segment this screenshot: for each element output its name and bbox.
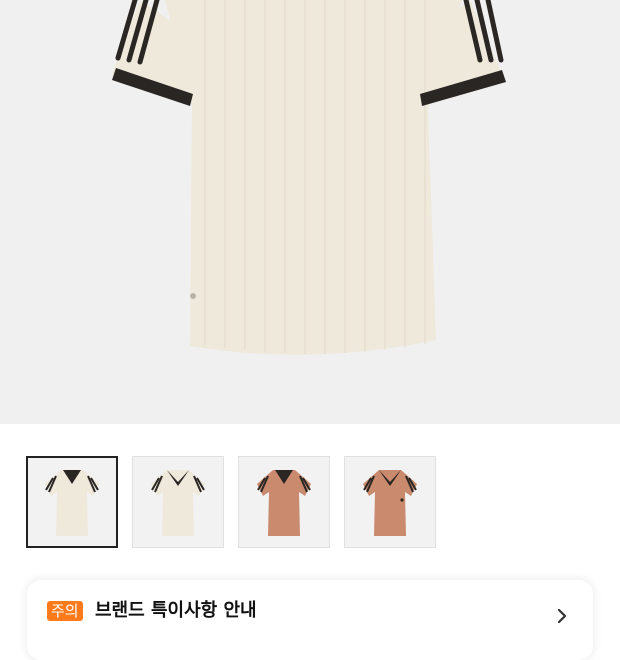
- polo-shirt-image: [112, 0, 506, 355]
- brand-notice-card[interactable]: 주의 브랜드 특이사항 안내: [27, 580, 593, 660]
- thumbnail-1[interactable]: [26, 456, 118, 548]
- thumbnail-3[interactable]: [238, 456, 330, 548]
- chevron-right-icon[interactable]: [554, 608, 570, 624]
- product-hero-image[interactable]: [0, 0, 620, 424]
- caution-badge: 주의: [47, 601, 83, 621]
- thumbnail-2[interactable]: [132, 456, 224, 548]
- thumbnail-strip: [26, 456, 436, 550]
- notice-title: 브랜드 특이사항 안내: [95, 600, 257, 621]
- thumbnail-polo-image: [45, 470, 99, 536]
- thumbnail-polo-image: [257, 470, 311, 536]
- thumbnail-polo-image: [363, 470, 417, 536]
- thumbnail-polo-image: [151, 470, 205, 536]
- thumbnail-4[interactable]: [344, 456, 436, 548]
